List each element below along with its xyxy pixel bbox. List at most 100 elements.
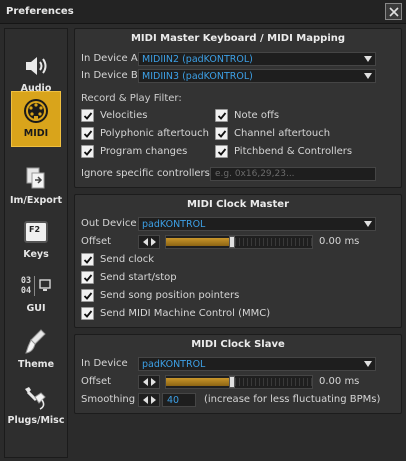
gui-display-icon: 03 04 [21,271,51,301]
arrow-left-icon[interactable] [142,378,148,386]
checkbox-box[interactable] [81,145,94,158]
checkbox-label: Note offs [234,110,280,121]
arrow-left-icon[interactable] [142,238,148,246]
gui-icon-digit: 03 [20,276,32,286]
sidebar-item-theme[interactable]: Theme [5,323,67,379]
slave-offset-stepper[interactable] [138,375,160,389]
send-clock-checkbox[interactable]: Send clock [81,253,154,266]
checkbox-label: Channel aftertouch [234,128,331,139]
arrow-left-icon[interactable] [142,396,148,404]
device-b-select[interactable]: MIDIIN3 (padKONTROL) [138,69,376,83]
gui-icon-digit: 04 [20,286,32,296]
filter-poly-aftertouch-checkbox[interactable]: Polyphonic aftertouch [81,127,209,140]
filter-note-offs-checkbox[interactable]: Note offs [215,109,279,122]
clock-master-panel: MIDI Clock Master Out Device padKONTROL … [74,194,402,328]
checkmark-icon [83,309,92,318]
slave-offset-slider[interactable] [165,375,313,389]
out-device-label: Out Device [81,218,137,229]
arrow-right-icon[interactable] [150,238,156,246]
checkbox-box[interactable] [215,109,228,122]
checkbox-label: Program changes [100,146,188,157]
arrow-right-icon[interactable] [150,396,156,404]
in-device-label: In Device [81,358,128,369]
offset-value: 0.00 ms [319,236,360,247]
close-button[interactable] [385,3,402,20]
slider-ticks [234,238,312,246]
sidebar-item-label: MIDI [23,128,49,139]
chevron-down-icon [364,73,372,79]
window-title: Preferences [6,6,74,17]
sidebar-item-imexport[interactable]: Im/Export [5,159,67,215]
send-start-stop-checkbox[interactable]: Send start/stop [81,271,177,284]
device-a-label: In Device A [81,53,138,64]
midi-connector-icon [22,96,50,126]
checkbox-label: Polyphonic aftertouch [100,128,209,139]
filter-program-changes-checkbox[interactable]: Program changes [81,145,187,158]
slider-ticks [234,378,312,386]
slave-offset-value: 0.00 ms [319,376,360,387]
checkbox-label: Send start/stop [100,272,177,283]
checkmark-icon [83,255,92,264]
checkmark-icon [217,111,226,120]
sidebar-item-keys[interactable]: F2 Keys [5,213,67,269]
sidebar-item-label: Keys [23,249,49,260]
checkmark-icon [217,147,226,156]
checkmark-icon [83,129,92,138]
filter-pitchbend-checkbox[interactable]: Pitchbend & Controllers [215,145,352,158]
slider-fill [166,238,232,246]
sidebar-item-midi[interactable]: MIDI [11,91,61,147]
checkbox-label: Pitchbend & Controllers [234,146,353,157]
offset-stepper[interactable] [138,235,160,249]
sidebar-item-label: Theme [17,359,55,370]
send-mmc-checkbox[interactable]: Send MIDI Machine Control (MMC) [81,307,270,320]
chevron-down-icon [364,56,372,62]
import-export-icon [24,163,48,193]
sidebar-item-plugs[interactable]: Plugs/Misc [5,379,67,435]
device-a-select[interactable]: MIDIIN2 (padKONTROL) [138,52,376,66]
chevron-down-icon [364,361,372,367]
filter-channel-aftertouch-checkbox[interactable]: Channel aftertouch [215,127,330,140]
offset-slider[interactable] [165,235,313,249]
sidebar: Audio MIDI Im/Export F2 Keys 03 04 GUI T… [4,28,68,458]
checkmark-icon [83,273,92,282]
chevron-down-icon [364,221,372,227]
checkbox-box[interactable] [81,289,94,302]
device-b-label: In Device B [81,70,138,81]
ignore-controllers-input[interactable]: e.g. 0x16,29,23... [210,167,376,181]
sidebar-item-label: Plugs/Misc [7,415,65,426]
checkbox-box[interactable] [215,127,228,140]
send-song-position-checkbox[interactable]: Send song position pointers [81,289,239,302]
checkbox-box[interactable] [81,271,94,284]
checkmark-icon [83,111,92,120]
checkbox-box[interactable] [215,145,228,158]
sidebar-item-label: Im/Export [9,195,63,206]
in-device-value: padKONTROL [142,359,206,370]
plug-icon [22,383,50,413]
keys-icon-label: F2 [24,221,48,243]
checkbox-box[interactable] [81,109,94,122]
slider-fill [166,378,232,386]
smoothing-stepper[interactable] [138,393,160,407]
in-device-select[interactable]: padKONTROL [138,357,376,371]
speaker-icon [23,51,49,81]
out-device-select[interactable]: padKONTROL [138,217,376,231]
checkbox-box[interactable] [81,253,94,266]
device-b-value: MIDIIN3 (padKONTROL) [142,71,253,82]
checkbox-label: Send clock [100,254,155,265]
filter-velocities-checkbox[interactable]: Velocities [81,109,147,122]
midi-mapping-panel: MIDI Master Keyboard / MIDI Mapping In D… [74,28,402,188]
arrow-right-icon[interactable] [150,378,156,386]
sidebar-item-gui[interactable]: 03 04 GUI [5,267,67,323]
sidebar-item-label: GUI [26,303,46,314]
filter-section-label: Record & Play Filter: [81,93,182,104]
smoothing-input[interactable]: 40 [162,393,196,407]
smoothing-value: 40 [167,394,180,406]
checkbox-box[interactable] [81,307,94,320]
checkbox-box[interactable] [81,127,94,140]
checkmark-icon [83,147,92,156]
ignore-controllers-label: Ignore specific controllers [81,168,210,179]
checkmark-icon [217,129,226,138]
ignore-controllers-placeholder: e.g. 0x16,29,23... [215,169,295,179]
clock-slave-panel: MIDI Clock Slave In Device padKONTROL Of… [74,334,402,414]
slave-offset-label: Offset [81,376,112,387]
